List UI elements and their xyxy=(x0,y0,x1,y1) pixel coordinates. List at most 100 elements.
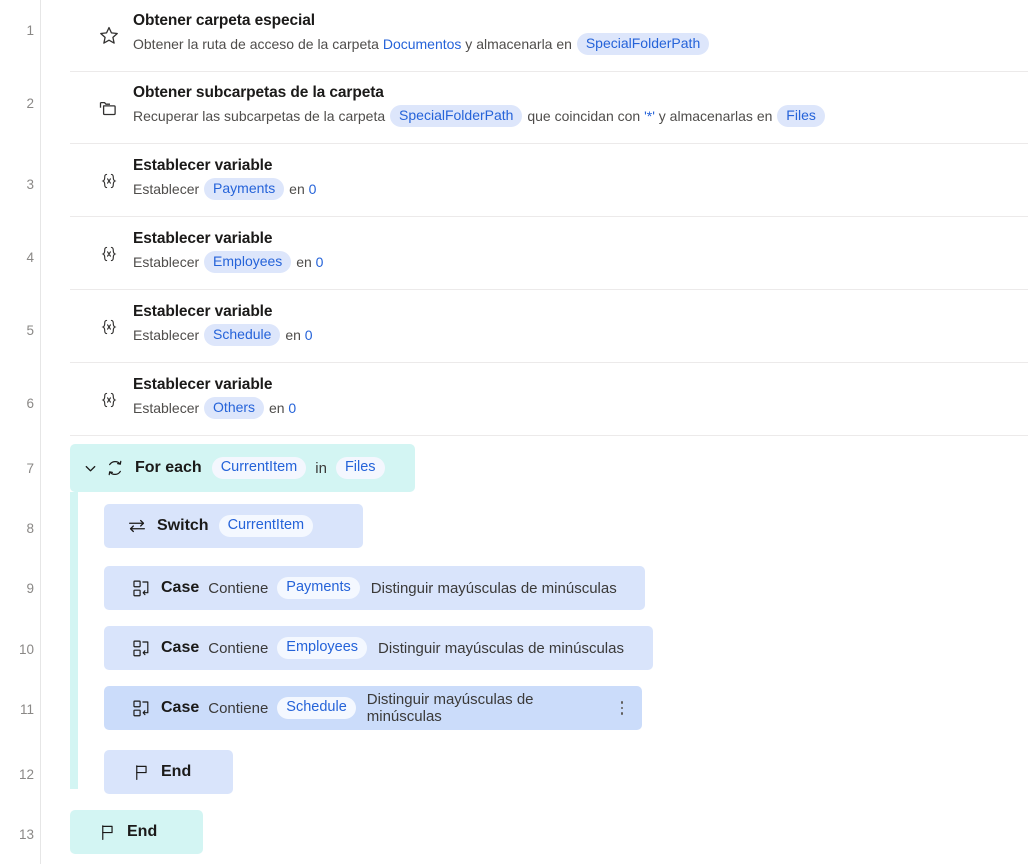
desc-text: Establecer xyxy=(133,400,204,416)
variable-chip[interactable]: SpecialFolderPath xyxy=(390,105,523,127)
block-end-switch[interactable]: End xyxy=(104,750,233,794)
variable-chip[interactable]: SpecialFolderPath xyxy=(576,33,710,55)
row-separator xyxy=(70,216,1028,217)
case-icon xyxy=(130,697,152,719)
action-row-set-variable-schedule[interactable]: Establecer variable Establecer Schedule … xyxy=(70,291,1028,362)
line-number-4: 4 xyxy=(26,250,34,265)
action-description: Establecer Others en 0 xyxy=(133,397,1020,419)
line-number-10: 10 xyxy=(18,642,34,657)
action-description: Establecer Employees en 0 xyxy=(133,251,1020,273)
block-keyword: Case xyxy=(161,579,200,596)
in-label: in xyxy=(315,459,327,477)
action-description: Obtener la ruta de acceso de la carpeta … xyxy=(133,33,1020,55)
desc-text: y almacenarlas en xyxy=(654,108,777,124)
action-row-content: Obtener subcarpetas de la carpeta Recupe… xyxy=(133,83,1020,127)
action-row-get-special-folder[interactable]: Obtener carpeta especial Obtener la ruta… xyxy=(70,0,1028,71)
action-row-content: Establecer variable Establecer Employees… xyxy=(133,229,1020,273)
case-option-label: Distinguir mayúsculas de minúsculas xyxy=(378,639,624,657)
block-keyword: Case xyxy=(161,699,200,716)
action-row-content: Establecer variable Establecer Payments … xyxy=(133,156,1020,200)
line-number-3: 3 xyxy=(26,177,34,192)
variable-chip[interactable]: Files xyxy=(777,105,825,127)
variable-chip[interactable]: Schedule xyxy=(204,324,281,346)
line-number-8: 8 xyxy=(26,521,34,536)
case-icon xyxy=(130,637,152,659)
action-title: Obtener carpeta especial xyxy=(133,12,315,29)
block-keyword: End xyxy=(127,823,158,840)
chevron-down-icon[interactable] xyxy=(82,460,98,476)
action-title: Obtener subcarpetas de la carpeta xyxy=(133,84,384,101)
variable-value: 0 xyxy=(315,254,324,270)
case-variable-chip[interactable]: Schedule xyxy=(277,697,356,719)
case-operator: Contiene xyxy=(208,699,269,717)
block-case-schedule[interactable]: Case Contiene Schedule Distinguir mayúsc… xyxy=(104,686,642,730)
line-number-6: 6 xyxy=(26,396,34,411)
line-number-gutter xyxy=(0,0,41,864)
action-row-get-subfolders[interactable]: Obtener subcarpetas de la carpeta Recupe… xyxy=(70,72,1028,143)
block-switch[interactable]: Switch CurrentItem xyxy=(104,504,363,548)
case-variable-chip[interactable]: Employees xyxy=(277,637,368,659)
variable-chip[interactable]: Employees xyxy=(204,251,292,273)
action-title: Establecer variable xyxy=(133,157,273,174)
desc-text: en xyxy=(285,181,309,197)
line-number-9: 9 xyxy=(26,581,34,596)
row-separator xyxy=(70,435,1028,436)
flag-icon xyxy=(96,821,118,843)
variable-icon xyxy=(97,388,121,412)
desc-text: Obtener la ruta de acceso de la carpeta xyxy=(133,36,383,52)
collection-variable-chip[interactable]: Files xyxy=(335,457,385,479)
desc-text: Establecer xyxy=(133,327,204,343)
flow-designer-canvas: 1 2 3 4 5 6 7 8 9 10 11 12 13 Obtener ca… xyxy=(0,0,1028,864)
variable-value: 0 xyxy=(288,400,297,416)
action-description: Establecer Schedule en 0 xyxy=(133,324,1020,346)
action-row-content: Establecer variable Establecer Schedule … xyxy=(133,302,1020,346)
foreach-body-indicator xyxy=(70,492,78,789)
loop-icon xyxy=(104,457,126,479)
block-keyword: Case xyxy=(161,639,200,656)
star-icon xyxy=(97,24,121,48)
variable-chip[interactable]: Others xyxy=(204,397,265,419)
desc-text: en xyxy=(292,254,316,270)
action-row-set-variable-others[interactable]: Establecer variable Establecer Others en… xyxy=(70,364,1028,435)
line-number-12: 12 xyxy=(18,767,34,782)
line-number-11: 11 xyxy=(19,702,34,717)
action-row-content: Obtener carpeta especial Obtener la ruta… xyxy=(133,11,1020,55)
action-title: Establecer variable xyxy=(133,303,273,320)
block-case-payments[interactable]: Case Contiene Payments Distinguir mayúsc… xyxy=(104,566,645,610)
action-row-content: Establecer variable Establecer Others en… xyxy=(133,375,1020,419)
desc-text: que coincidan con xyxy=(523,108,645,124)
switch-icon xyxy=(126,515,148,537)
action-row-set-variable-employees[interactable]: Establecer variable Establecer Employees… xyxy=(70,218,1028,289)
action-row-set-variable-payments[interactable]: Establecer variable Establecer Payments … xyxy=(70,145,1028,216)
folders-icon xyxy=(97,96,121,120)
more-options-icon[interactable] xyxy=(614,698,630,718)
iterator-variable-chip[interactable]: CurrentItem xyxy=(211,457,307,479)
variable-icon xyxy=(97,315,121,339)
block-keyword: End xyxy=(161,763,192,780)
block-for-each[interactable]: For each CurrentItem in Files xyxy=(70,444,415,492)
case-operator: Contiene xyxy=(208,579,269,597)
line-number-2: 2 xyxy=(26,96,34,111)
action-title: Establecer variable xyxy=(133,376,273,393)
flag-icon xyxy=(130,761,152,783)
case-operator: Contiene xyxy=(208,639,269,657)
case-icon xyxy=(130,577,152,599)
action-description: Establecer Payments en 0 xyxy=(133,178,1020,200)
pattern-value: '*' xyxy=(644,108,655,124)
desc-text: Recuperar las subcarpetas de la carpeta xyxy=(133,108,390,124)
case-variable-chip[interactable]: Payments xyxy=(277,577,360,599)
row-separator xyxy=(70,289,1028,290)
block-case-employees[interactable]: Case Contiene Employees Distinguir mayús… xyxy=(104,626,653,670)
variable-icon xyxy=(97,169,121,193)
action-title: Establecer variable xyxy=(133,230,273,247)
desc-text: en xyxy=(265,400,289,416)
variable-chip[interactable]: Payments xyxy=(204,178,285,200)
switch-variable-chip[interactable]: CurrentItem xyxy=(218,515,314,537)
folder-link[interactable]: Documentos xyxy=(383,33,462,55)
block-end-for-each[interactable]: End xyxy=(70,810,203,854)
row-separator xyxy=(70,143,1028,144)
desc-text: Establecer xyxy=(133,254,204,270)
line-number-13: 13 xyxy=(18,827,34,842)
case-option-label: Distinguir mayúsculas de minúsculas xyxy=(366,691,534,725)
action-description: Recuperar las subcarpetas de la carpeta … xyxy=(133,105,1020,127)
